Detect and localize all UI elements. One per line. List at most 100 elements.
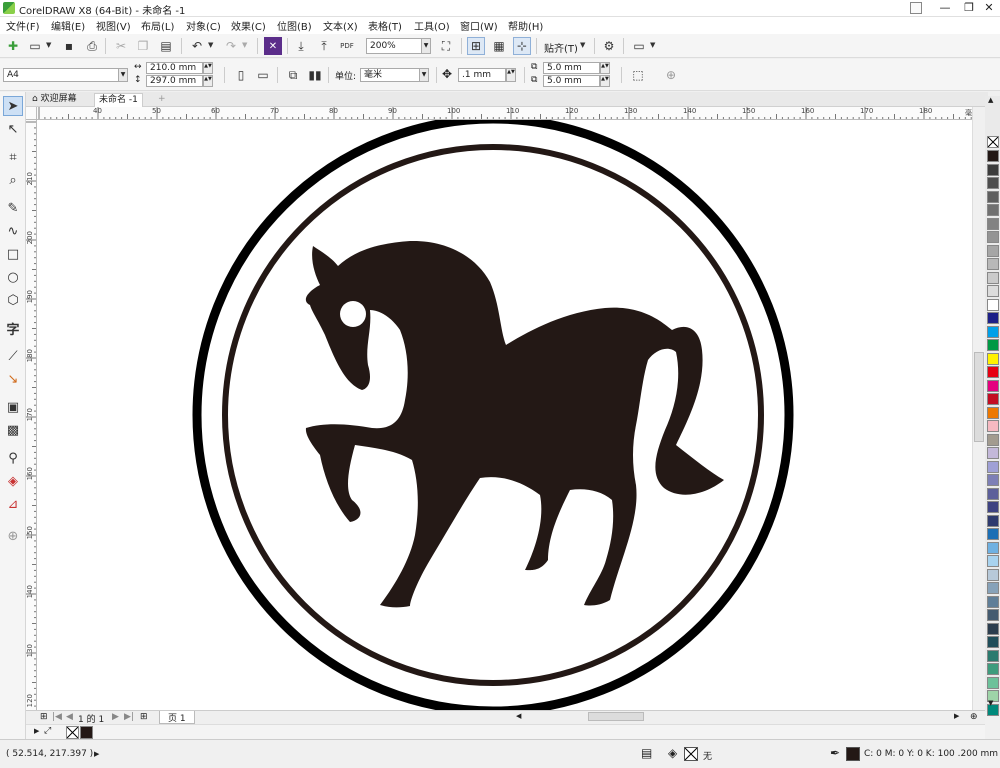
status-arrow-icon[interactable]: ▶	[94, 750, 99, 758]
palette-color-swatch[interactable]	[987, 514, 999, 527]
tab-untitled-document[interactable]: 未命名 -1	[94, 93, 143, 107]
artistic-media-tool-icon[interactable]: ∿	[3, 221, 23, 241]
nudge-distance-spinner[interactable]: ▲▼	[506, 68, 516, 82]
document-palette-black-swatch[interactable]	[80, 726, 93, 739]
duplicate-x-input[interactable]: 5.0 mm	[543, 62, 600, 74]
vertical-scrollbar-thumb[interactable]	[974, 352, 984, 442]
add-tool-icon[interactable]: ⊕	[3, 526, 23, 546]
interactive-fill-tool-icon[interactable]: ◈	[3, 471, 23, 491]
palette-scroll-up-icon[interactable]: ▲	[988, 96, 993, 104]
minimize-button[interactable]: —	[932, 0, 958, 16]
units-select[interactable]: 毫米	[360, 68, 420, 82]
menu-view[interactable]: 视图(V)	[96, 18, 131, 33]
palette-color-swatch[interactable]	[987, 163, 999, 176]
palette-color-swatch[interactable]	[987, 676, 999, 689]
menu-text[interactable]: 文本(X)	[323, 18, 358, 33]
options-gear-icon[interactable]: ⚙	[600, 37, 618, 55]
palette-color-swatch[interactable]	[987, 325, 999, 338]
palette-color-swatch[interactable]	[987, 636, 999, 648]
drawing-canvas[interactable]	[37, 120, 972, 710]
palette-color-swatch[interactable]	[987, 474, 999, 486]
menu-edit[interactable]: 编辑(E)	[51, 18, 85, 33]
palette-color-swatch[interactable]	[987, 622, 999, 635]
show-grid-icon[interactable]: ▦	[490, 37, 508, 55]
full-screen-icon[interactable]: ⛶	[437, 37, 455, 55]
menu-effects[interactable]: 效果(C)	[231, 18, 266, 33]
color-eyedropper-tool-icon[interactable]: ⚲	[3, 448, 23, 468]
add-page-before-icon[interactable]: ⊞	[40, 712, 48, 722]
palette-color-swatch[interactable]	[987, 244, 999, 257]
export-icon[interactable]: ⤒	[315, 37, 333, 55]
page-height-spinner[interactable]: ▲▼	[203, 75, 213, 87]
vertical-ruler[interactable]: 210 200 190 180 170 160 150 140 130 120	[26, 120, 37, 710]
document-palette-no-color-swatch[interactable]	[66, 726, 79, 739]
paste-icon[interactable]: ▤	[157, 37, 175, 55]
crop-tool-icon[interactable]: ⌗	[3, 147, 23, 167]
polygon-tool-icon[interactable]: ⬡	[3, 290, 23, 310]
first-page-icon[interactable]: |◀	[52, 712, 62, 722]
horizontal-ruler[interactable]: 40 50 60 70 80 90 100 110 120 130 140 15…	[37, 107, 987, 120]
cut-icon[interactable]: ✂	[112, 37, 130, 55]
current-page-icon[interactable]: ▮▮	[306, 66, 324, 84]
page-size-select[interactable]: A4	[3, 68, 119, 82]
duplicate-y-spinner[interactable]: ▲▼	[600, 75, 610, 87]
fill-bucket-icon[interactable]: ◈	[668, 746, 677, 760]
palette-color-swatch[interactable]	[987, 568, 999, 581]
page-height-input[interactable]: 297.0 mm	[146, 75, 203, 87]
palette-color-swatch[interactable]	[987, 298, 999, 311]
hscroll-left-icon[interactable]: ◀	[516, 712, 521, 720]
open-dropdown-icon[interactable]: ▼	[46, 41, 51, 49]
palette-color-swatch[interactable]	[987, 217, 999, 230]
menu-layout[interactable]: 布局(L)	[141, 18, 174, 33]
menu-tools[interactable]: 工具(O)	[414, 18, 450, 33]
palette-color-swatch[interactable]	[987, 595, 999, 608]
bleed-area-icon[interactable]: ⬚	[629, 66, 647, 84]
palette-color-swatch[interactable]	[987, 555, 999, 567]
palette-color-swatch[interactable]	[987, 190, 999, 203]
page-width-spinner[interactable]: ▲▼	[203, 62, 213, 74]
menu-object[interactable]: 对象(C)	[186, 18, 221, 33]
application-launcher-icon[interactable]: ▭	[630, 37, 648, 55]
palette-color-swatch[interactable]	[987, 312, 999, 324]
palette-color-swatch[interactable]	[987, 663, 999, 675]
outline-color-swatch[interactable]	[846, 747, 860, 761]
search-content-icon[interactable]: ✕	[264, 37, 282, 55]
palette-color-swatch[interactable]	[987, 582, 999, 594]
palette-color-swatch[interactable]	[987, 258, 999, 270]
all-pages-icon[interactable]: ⧉	[284, 66, 302, 84]
horse-silhouette[interactable]	[305, 240, 724, 608]
fill-none-swatch[interactable]	[684, 747, 698, 761]
next-page-icon[interactable]: ▶	[112, 712, 119, 722]
palette-color-swatch[interactable]	[987, 406, 999, 419]
save-icon[interactable]: ▪	[60, 37, 78, 55]
prev-page-icon[interactable]: ◀	[66, 712, 73, 722]
menu-window[interactable]: 窗口(W)	[460, 18, 498, 33]
palette-color-swatch[interactable]	[987, 366, 999, 378]
add-tab-icon[interactable]: +	[154, 93, 170, 107]
close-button[interactable]: ✕	[976, 0, 1000, 16]
transparency-tool-icon[interactable]: ▩	[3, 420, 23, 440]
color-proof-icon[interactable]: ▤	[641, 746, 652, 760]
snap-to-dropdown-icon[interactable]: ▼	[580, 41, 585, 49]
publish-pdf-icon[interactable]: PDF	[338, 37, 356, 55]
units-dropdown-icon[interactable]: ▼	[419, 68, 429, 82]
duplicate-y-input[interactable]: 5.0 mm	[543, 75, 600, 87]
user-profile-icon[interactable]	[910, 2, 922, 14]
palette-color-swatch[interactable]	[987, 541, 999, 554]
palette-color-swatch[interactable]	[987, 285, 999, 297]
redo-icon[interactable]: ↷	[222, 37, 240, 55]
palette-scroll-down-icon[interactable]: ▼	[988, 699, 993, 707]
hscroll-right-icon[interactable]: ▶	[954, 712, 959, 720]
menu-help[interactable]: 帮助(H)	[508, 18, 543, 33]
palette-color-swatch[interactable]	[987, 177, 999, 189]
palette-color-swatch[interactable]	[987, 447, 999, 459]
duplicate-x-spinner[interactable]: ▲▼	[600, 62, 610, 74]
redo-dropdown-icon[interactable]: ▼	[242, 41, 247, 49]
show-rulers-icon[interactable]: ⊞	[467, 37, 485, 55]
menu-bitmaps[interactable]: 位图(B)	[277, 18, 312, 33]
show-guidelines-icon[interactable]: ⊹	[513, 37, 531, 55]
print-icon[interactable]: ⎙	[83, 37, 101, 55]
outline-pen-icon[interactable]: ✒	[830, 746, 840, 760]
palette-color-swatch[interactable]	[987, 433, 999, 446]
palette-color-swatch[interactable]	[987, 271, 999, 284]
